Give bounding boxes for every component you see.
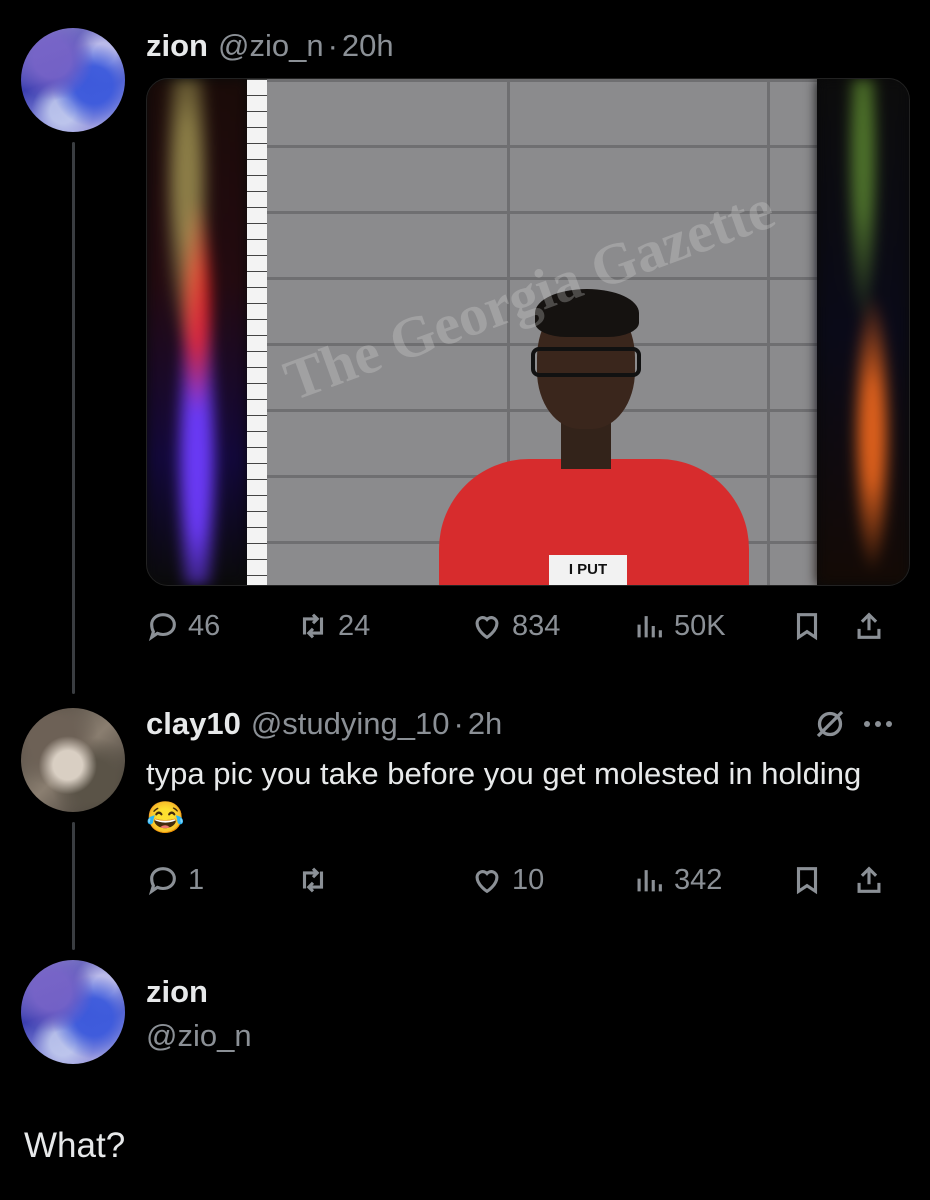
handle[interactable]: @studying_10 · 2h [251, 706, 502, 742]
tweet-media-image[interactable]: I PUT The Georgia Gazette [146, 78, 910, 586]
like-button[interactable]: 834 [470, 604, 560, 648]
tweet-text: typa pic you take before you get moleste… [146, 756, 862, 835]
tweet-header: clay10 @studying_10 · 2h [146, 706, 502, 742]
like-count: 834 [512, 609, 561, 642]
reply-icon [148, 613, 176, 642]
thread-connector [72, 142, 75, 694]
tweet-actions: 1 10 342 [146, 858, 904, 902]
share-icon [857, 866, 881, 893]
display-name[interactable]: clay10 [146, 706, 241, 742]
glasses [531, 347, 641, 377]
more-button[interactable] [864, 706, 904, 742]
views-icon [637, 870, 662, 892]
share-button[interactable] [852, 858, 886, 902]
laughing-emoji: 😂 [146, 800, 185, 835]
reply-button[interactable]: 46 [146, 604, 220, 648]
grok-icon [816, 710, 844, 738]
display-name[interactable]: zion [146, 974, 208, 1010]
retweet-button[interactable]: 24 [296, 604, 370, 648]
like-count: 10 [512, 863, 545, 896]
thread-connector [72, 822, 75, 950]
display-name[interactable]: zion [146, 28, 208, 64]
handle[interactable]: @zio_n · 20h [218, 28, 394, 64]
height-chart [247, 79, 267, 585]
avatar[interactable] [21, 708, 125, 812]
media-blur-right [817, 79, 909, 585]
heart-icon [475, 870, 499, 894]
more-icon [864, 721, 892, 727]
avatar[interactable] [21, 960, 125, 1064]
tweet-header: zion @zio_n · 20h [146, 28, 394, 64]
reply-count: 1 [188, 863, 205, 896]
media-blur-left [147, 79, 247, 585]
retweet-icon [302, 613, 324, 639]
bookmark-icon [796, 867, 818, 895]
tweet-text: What? [24, 1126, 126, 1165]
like-button[interactable]: 10 [470, 858, 544, 902]
retweet-icon [302, 867, 324, 893]
reply-icon [148, 867, 176, 896]
avatar[interactable] [21, 28, 125, 132]
share-icon [857, 612, 881, 639]
reply-count: 46 [188, 609, 221, 642]
tweet-actions: 46 24 834 50K [146, 604, 904, 648]
shirt-tag: I PUT [549, 555, 627, 585]
heart-icon [475, 616, 499, 640]
bookmark-button[interactable] [790, 858, 824, 902]
views-count: 50K [674, 609, 726, 642]
share-button[interactable] [852, 604, 886, 648]
views-button[interactable]: 342 [632, 858, 722, 902]
views-icon [637, 616, 662, 638]
reply-button[interactable]: 1 [146, 858, 204, 902]
bookmark-icon [796, 613, 818, 641]
views-count: 342 [674, 863, 723, 896]
views-button[interactable]: 50K [632, 604, 726, 648]
retweet-button[interactable] [296, 858, 338, 902]
bookmark-button[interactable] [790, 604, 824, 648]
handle[interactable]: @zio_n [146, 1018, 252, 1054]
grok-button[interactable] [812, 706, 848, 742]
retweet-count: 24 [338, 609, 371, 642]
